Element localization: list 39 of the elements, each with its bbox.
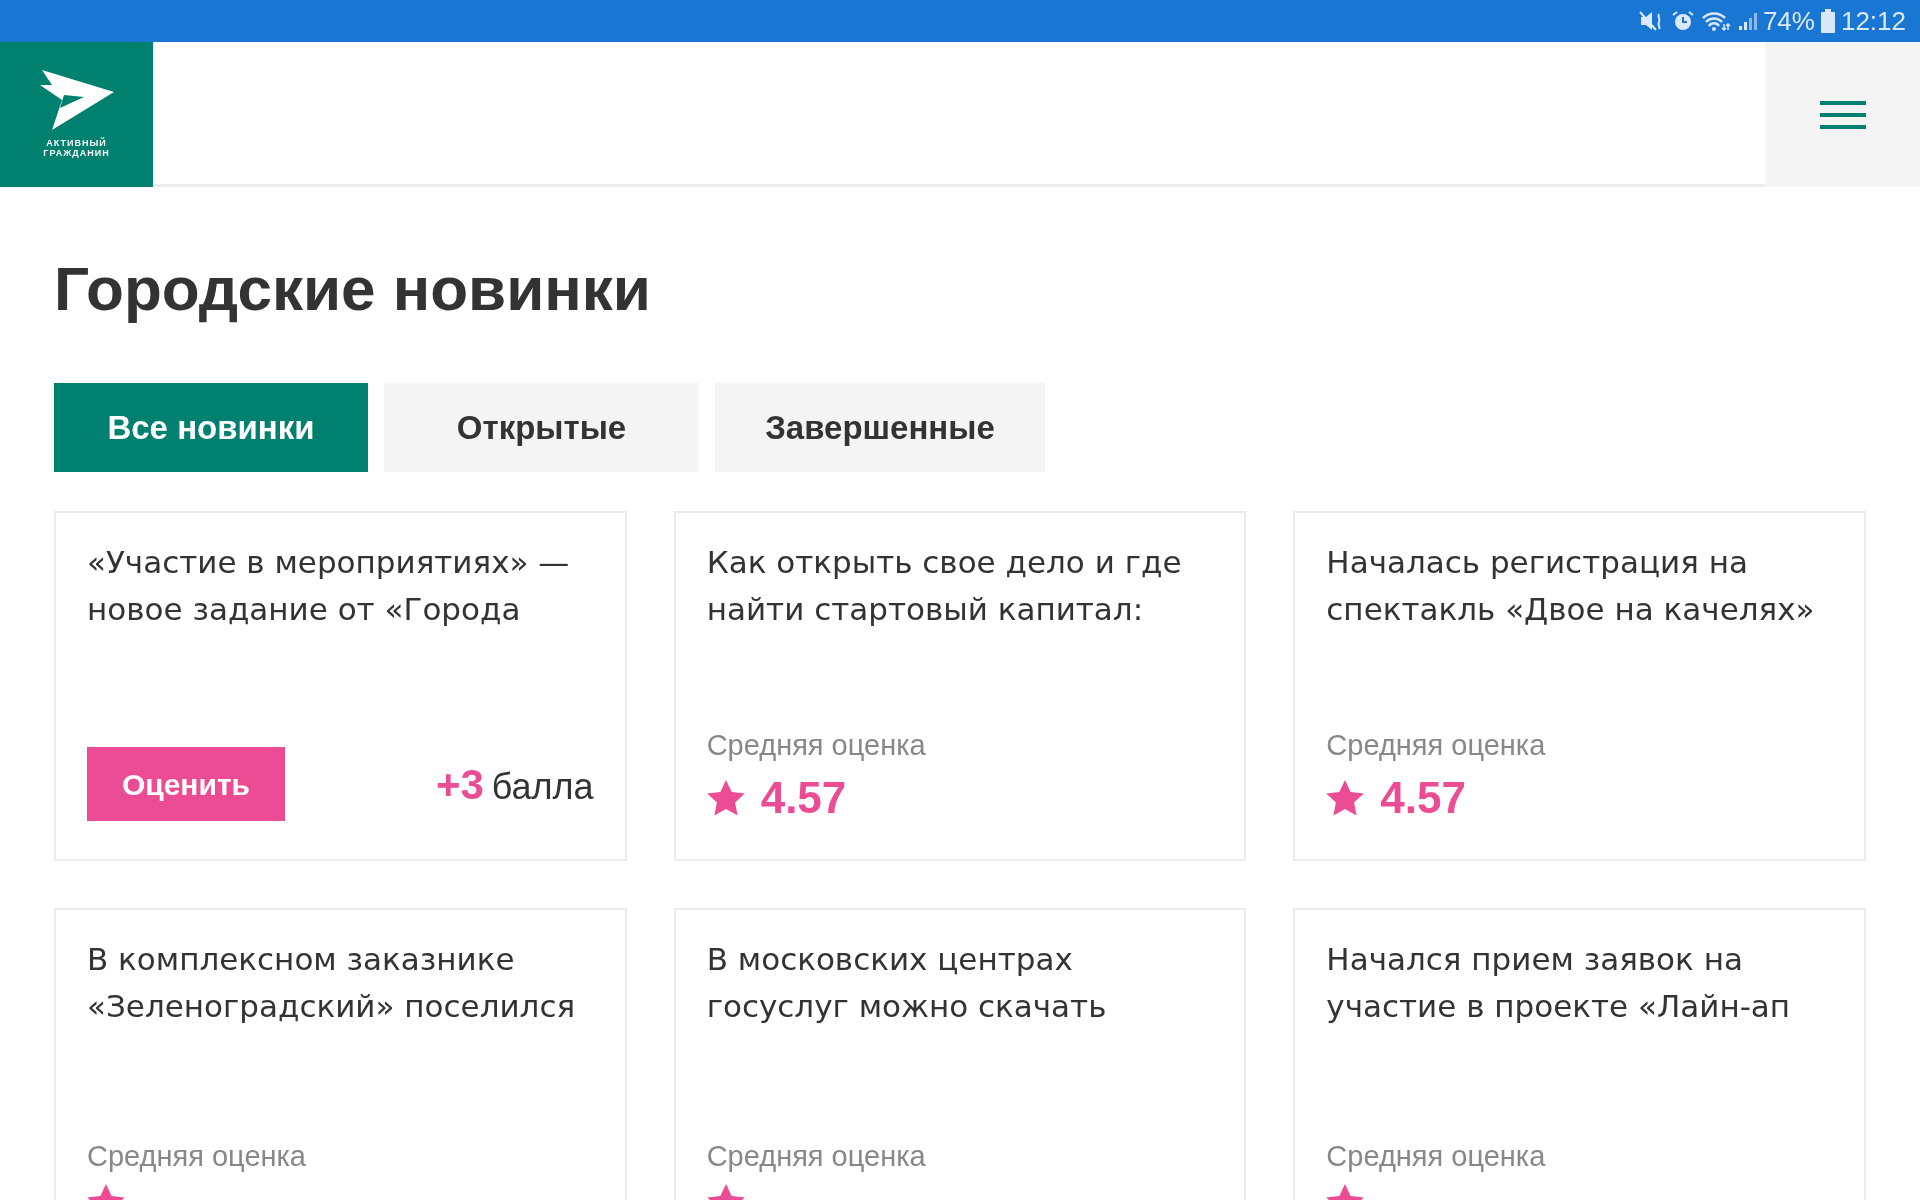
star-icon xyxy=(706,780,745,816)
card-title: Начался прием заявок на участие в проекте «Лайн-ап xyxy=(1326,940,1792,1026)
page-title: Городские новинки xyxy=(54,253,652,325)
rating-label: Средняя оценка xyxy=(1326,1139,1547,1174)
logo-text: АКТИВНЫЙ xyxy=(46,138,107,148)
clock: 12:12 xyxy=(1840,4,1906,38)
rating-label: Средняя оценка xyxy=(706,728,927,763)
news-card[interactable]: Как открыть свое дело и где найти стартовый капитал: Средняя оценка 4.57 xyxy=(673,511,1247,861)
news-card[interactable]: Началась регистрация на спектакль «Двое на качелях» Средняя оценка 4.57 xyxy=(1293,511,1866,861)
wifi-icon xyxy=(1700,10,1731,32)
battery-icon xyxy=(1820,9,1835,33)
card-title: В московских центрах госуслуг можно скачать xyxy=(706,940,1108,1026)
star-icon xyxy=(1326,780,1365,816)
logo[interactable]: АКТИВНЫЙ ГРАЖДАНИН xyxy=(0,42,153,187)
signal-icon xyxy=(1736,10,1757,32)
news-card[interactable]: Начался прием заявок на участие в проекте «Лайн-ап Средняя оценка xyxy=(1293,908,1866,1200)
rating-label: Средняя оценка xyxy=(1326,728,1547,763)
card-title: Началась регистрация на спектакль «Двое на качелях» xyxy=(1326,543,1816,629)
alarm-icon xyxy=(1670,10,1695,32)
points-unit: балла xyxy=(491,764,594,809)
rating-value: 4.57 xyxy=(1380,773,1466,823)
filter-tab[interactable]: Завершенные xyxy=(715,383,1045,472)
news-card[interactable]: В московских центрах госуслуг можно скачать Средняя оценка xyxy=(673,908,1247,1200)
points-value: +3 xyxy=(435,759,484,810)
logo-text: ГРАЖДАНИН xyxy=(43,148,110,159)
card-title: В комплексном заказнике «Зеленоградский» поселился xyxy=(87,940,577,1026)
menu-icon xyxy=(1819,99,1866,130)
filter-tab[interactable]: Открытые xyxy=(384,383,699,472)
news-card[interactable]: «Участие в мероприятиях» — новое задание от «Города Оценить +3 балла xyxy=(54,511,627,861)
news-card[interactable]: В комплексном заказнике «Зеленоградский» поселился Средняя оценка xyxy=(54,908,627,1200)
rating-label: Средняя оценка xyxy=(87,1139,307,1174)
rating-label: Средняя оценка xyxy=(706,1139,927,1174)
card-title: «Участие в мероприятиях» — новое задание от «Города xyxy=(87,543,571,629)
filter-tab[interactable]: Все новинки xyxy=(54,383,368,472)
menu-button[interactable] xyxy=(1765,42,1920,187)
rating-value: 4.57 xyxy=(760,773,847,823)
card-title: Как открыть свое дело и где найти стартовый капитал: xyxy=(706,543,1183,629)
battery-percent: 74% xyxy=(1762,4,1815,38)
logo-icon xyxy=(39,70,114,130)
